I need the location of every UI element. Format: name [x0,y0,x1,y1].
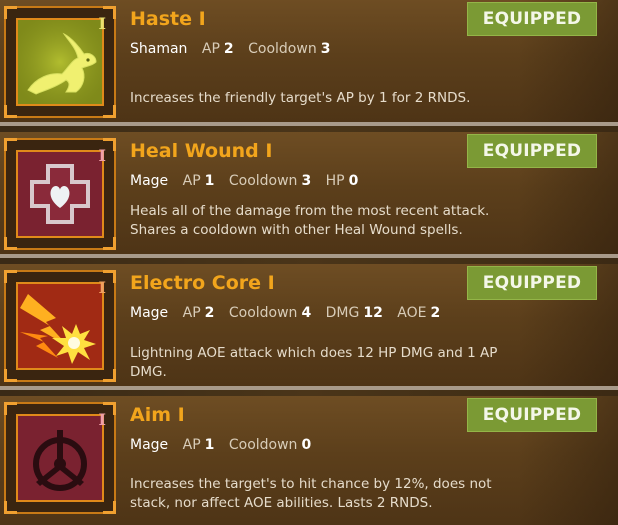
stat-label: HP [325,173,345,189]
spell-card-aim[interactable]: I Aim I Mage AP 1 Cooldown 0 Increases the… [0,396,618,525]
spell-card-haste[interactable]: I Haste I Shaman AP 2 Cooldown 3 Increases… [0,0,618,126]
spell-rank: I [98,278,106,297]
stat-value: 1 [204,437,215,453]
stat-value: 0 [301,437,312,453]
spell-name: Heal Wound I [130,140,273,162]
frame-corner [4,402,17,415]
spell-stats: Mage AP 1 Cooldown 0 [130,437,321,453]
frame-corner [4,270,17,283]
spell-icon-frame: I [4,402,116,514]
stat-value: 2 [223,41,234,57]
icon-inner-border [16,414,104,502]
spell-class: Shaman [130,41,188,57]
frame-corner [4,369,17,382]
stat-label: AP [182,173,201,189]
stat-value: 3 [301,173,312,189]
stat-label: Cooldown [248,41,317,57]
spell-class: Mage [130,173,169,189]
spell-name: Haste I [130,8,206,30]
spell-icon-frame: I [4,138,116,250]
spell-icon-frame: I [4,270,116,382]
equipped-badge[interactable]: EQUIPPED [467,134,597,168]
frame-corner [4,138,17,151]
frame-corner [4,105,17,118]
frame-corner [4,237,17,250]
stat-label: Cooldown [228,437,298,453]
stat-value: 2 [204,305,215,321]
equipped-badge[interactable]: EQUIPPED [467,266,597,300]
spell-rank: I [98,410,106,429]
icon-inner-border [16,282,104,370]
frame-corner [103,105,116,118]
stat-label: AP [182,305,201,321]
frame-corner [103,237,116,250]
spell-stats: Mage AP 2 Cooldown 4 DMG 12 AOE 2 [130,305,450,321]
spell-icon-frame: I [4,6,116,118]
stat-value: 3 [320,41,331,57]
stat-value: 0 [348,173,359,189]
stat-label: Cooldown [228,173,298,189]
equipped-badge[interactable]: EQUIPPED [467,2,597,36]
stat-label: DMG [325,305,360,321]
spell-card-heal-wound[interactable]: I Heal Wound I Mage AP 1 Cooldown 3 HP 0 He… [0,132,618,258]
spell-description: Heals all of the damage from the most re… [130,203,490,238]
equipped-badge[interactable]: EQUIPPED [467,398,597,432]
spell-stats: Shaman AP 2 Cooldown 3 [130,41,340,57]
frame-corner [4,6,17,19]
spell-description: Lightning AOE attack which does 12 HP DM… [130,345,498,380]
stat-label: AP [182,437,201,453]
spell-class: Mage [130,437,169,453]
spell-rank: I [98,14,106,33]
stat-value: 1 [204,173,215,189]
stat-value: 4 [301,305,312,321]
spell-rank: I [98,146,106,165]
stat-value: 2 [430,305,441,321]
spell-card-electro-core[interactable]: I Electro Core I Mage AP 2 Cooldown 4 DMG 1… [0,264,618,390]
frame-corner [103,501,116,514]
stat-label: AOE [397,305,427,321]
frame-corner [4,501,17,514]
spell-list: I Haste I Shaman AP 2 Cooldown 3 Increases… [0,0,618,525]
stat-label: AP [201,41,220,57]
spell-name: Electro Core I [130,272,275,294]
stat-value: 12 [363,305,383,321]
spell-stats: Mage AP 1 Cooldown 3 HP 0 [130,173,368,189]
spell-description: Increases the friendly target's AP by 1 … [130,90,471,106]
icon-inner-border [16,18,104,106]
icon-inner-border [16,150,104,238]
frame-corner [103,369,116,382]
stat-label: Cooldown [228,305,298,321]
spell-name: Aim I [130,404,185,426]
spell-description: Increases the target's to hit chance by … [130,476,492,511]
spell-class: Mage [130,305,169,321]
